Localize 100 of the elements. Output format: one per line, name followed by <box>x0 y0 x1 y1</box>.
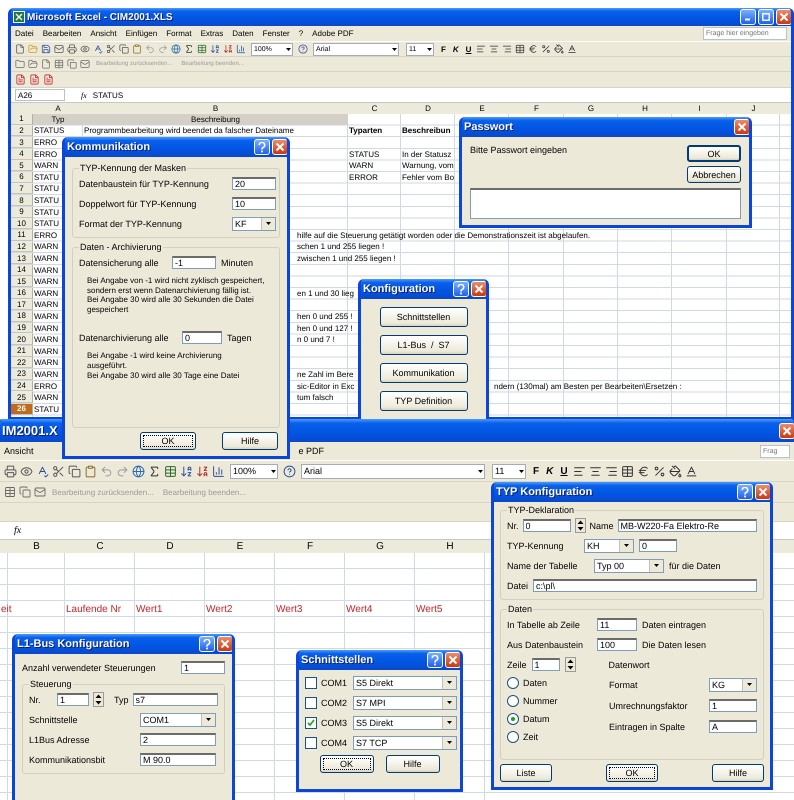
dialog-button[interactable]: Hilfe <box>386 755 440 773</box>
column-header[interactable]: E <box>478 104 486 113</box>
menu-item[interactable]: Datei <box>15 29 34 38</box>
column-header[interactable]: J <box>750 104 756 113</box>
help-icon[interactable] <box>283 464 296 478</box>
file-icon[interactable] <box>41 59 51 69</box>
dropdown[interactable]: COM1 <box>140 712 216 726</box>
zoom-dropdown[interactable]: 100% <box>230 464 278 478</box>
row-header[interactable]: 12 <box>11 242 33 252</box>
chart-icon[interactable] <box>236 44 246 54</box>
input-field[interactable]: c:\pl\ <box>533 579 757 592</box>
input-field[interactable]: -1 <box>172 256 216 269</box>
dropdown[interactable]: KH <box>584 538 634 552</box>
row-header[interactable]: 10 <box>11 218 33 230</box>
dialog-button[interactable]: Liste <box>500 764 552 782</box>
column-header[interactable]: F <box>306 541 314 552</box>
dropdown[interactable]: Typ 00 <box>594 558 664 572</box>
text-style-button[interactable]: U <box>464 44 474 54</box>
dialog-button[interactable]: Kommunikation <box>380 363 468 383</box>
save-icon[interactable] <box>41 44 51 54</box>
row-header[interactable]: 7 <box>11 184 33 194</box>
close-button[interactable] <box>445 652 460 668</box>
input-field[interactable]: 100 <box>597 638 637 651</box>
input-field[interactable]: 10 <box>232 197 276 210</box>
chart-icon[interactable] <box>212 464 225 478</box>
sort-ascending-icon[interactable] <box>180 464 193 478</box>
dialog-button[interactable]: OK <box>606 764 658 782</box>
maximize-button[interactable] <box>758 9 774 25</box>
globe-icon[interactable] <box>171 44 181 54</box>
align-right-icon[interactable] <box>604 464 618 478</box>
spin-button[interactable] <box>574 518 586 533</box>
row-header[interactable]: 6 <box>11 172 33 183</box>
dialog-button[interactable]: L1-Bus / S7 <box>380 335 468 355</box>
name-box[interactable]: A26 <box>15 89 65 101</box>
input-field[interactable]: 20 <box>232 177 276 190</box>
spin-button[interactable] <box>93 692 104 707</box>
font-size-dropdown[interactable]: 11 <box>492 464 526 478</box>
radio-button[interactable] <box>507 695 519 707</box>
column-header[interactable]: E <box>236 541 244 552</box>
input-field[interactable]: s7 <box>132 693 218 706</box>
input-field[interactable]: A <box>709 720 757 733</box>
align-center-icon[interactable] <box>489 44 500 54</box>
sum-icon[interactable] <box>184 44 194 54</box>
align-center-icon[interactable] <box>588 464 602 478</box>
help-icon[interactable] <box>298 44 308 54</box>
copy-icon[interactable] <box>19 486 31 498</box>
column-header[interactable]: F <box>533 104 540 113</box>
font-color-icon[interactable] <box>567 44 578 54</box>
copy-icon[interactable] <box>67 59 77 69</box>
paste-icon[interactable] <box>84 464 97 478</box>
dropdown[interactable]: KF <box>232 216 276 230</box>
close-button[interactable] <box>272 139 287 155</box>
help-button[interactable] <box>737 484 753 500</box>
row-header[interactable]: 1 <box>11 114 33 125</box>
row-header[interactable]: 14 <box>11 264 33 276</box>
text-style-button[interactable]: F <box>439 44 448 54</box>
checkbox[interactable] <box>305 736 317 748</box>
column-header[interactable]: H <box>445 541 455 552</box>
help-button[interactable] <box>453 281 469 297</box>
spellcheck-icon[interactable] <box>93 44 103 54</box>
percent-icon[interactable] <box>652 464 666 478</box>
table-icon[interactable] <box>164 464 177 478</box>
close-button[interactable] <box>471 281 486 297</box>
row-header[interactable]: 21 <box>11 346 33 357</box>
merge-cells-icon[interactable] <box>620 464 634 478</box>
column-header[interactable]: C <box>95 541 105 552</box>
sort-descending-icon[interactable] <box>223 44 233 54</box>
dialog-button[interactable]: Schnittstellen <box>380 307 468 327</box>
menu-item[interactable]: Bearbeiten <box>42 29 82 38</box>
column-header[interactable]: B <box>212 104 220 113</box>
row-header[interactable]: 26 <box>11 404 33 415</box>
menu-item[interactable]: Fenster <box>262 29 290 38</box>
row-header[interactable]: 16 <box>11 288 33 299</box>
spellcheck-icon[interactable] <box>36 464 49 478</box>
menu-item[interactable]: Daten <box>232 29 254 38</box>
close-button[interactable] <box>734 119 749 135</box>
dialog-button[interactable]: OK <box>687 145 741 162</box>
text-style-button[interactable]: K <box>450 44 461 54</box>
pdf-icon[interactable] <box>29 74 40 85</box>
print-preview-icon[interactable] <box>20 464 33 478</box>
dialog-button[interactable]: Hilfe <box>222 432 278 450</box>
folder-icon[interactable] <box>15 59 25 69</box>
dialog-button[interactable]: Hilfe <box>712 764 764 782</box>
table-icon[interactable] <box>197 44 207 54</box>
checkbox[interactable] <box>305 696 317 708</box>
radio-button[interactable] <box>507 713 519 725</box>
minimize-button[interactable] <box>740 9 756 25</box>
sum-icon[interactable] <box>148 464 161 478</box>
radio-button[interactable] <box>507 677 519 689</box>
copy-icon[interactable] <box>68 464 81 478</box>
column-header[interactable]: D <box>424 104 432 113</box>
password-field[interactable] <box>470 188 741 219</box>
input-field[interactable]: MB-W220-Fa Elektro-Re <box>618 519 757 532</box>
dialog-button[interactable]: Abbrechen <box>687 166 741 183</box>
row-header[interactable]: 17 <box>11 300 33 310</box>
font-dropdown[interactable]: Arial <box>301 464 485 478</box>
align-left-icon[interactable] <box>476 44 486 54</box>
row-header[interactable]: 22 <box>11 357 33 368</box>
row-header[interactable]: 20 <box>11 334 33 346</box>
percent-icon[interactable] <box>541 44 552 54</box>
